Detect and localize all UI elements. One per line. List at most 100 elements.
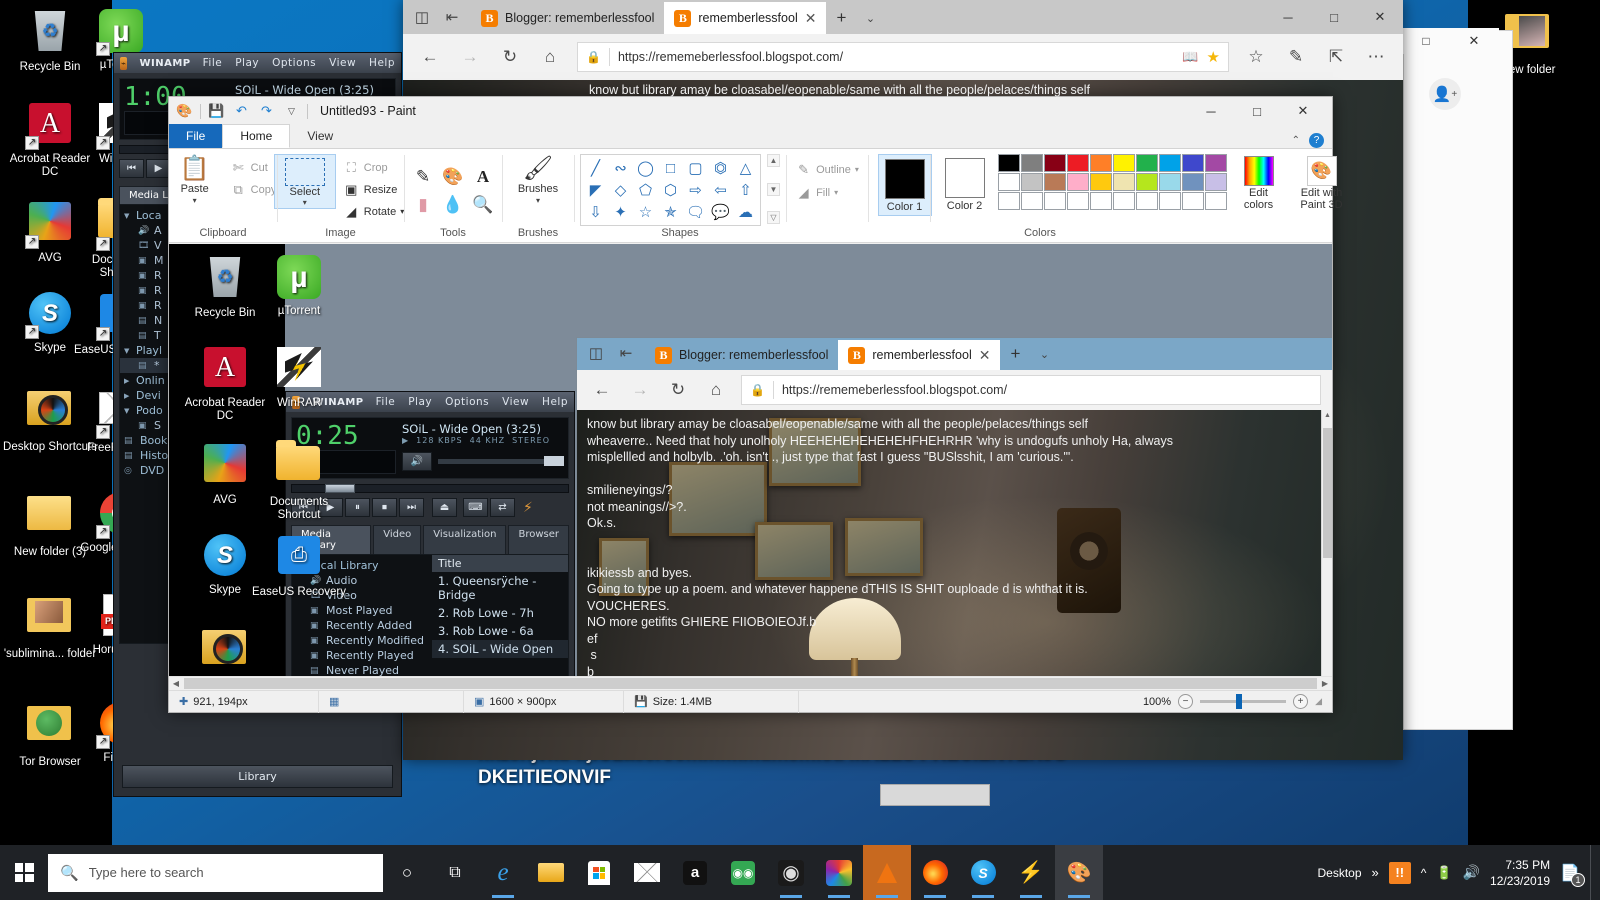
taskbar-microsoft-store-icon[interactable] [575,845,623,900]
taskbar-firefox-icon[interactable] [911,845,959,900]
list-item[interactable]: 1. Queensrÿche - Bridge [432,572,568,604]
battery-icon[interactable]: 🔋 [1436,865,1452,881]
volume-icon[interactable]: 🔊 [402,452,432,471]
tab-close-icon[interactable]: ✕ [979,347,991,364]
tab-preview-icon[interactable]: ◫ [407,2,437,32]
chevron-down-icon[interactable]: ▾ [834,188,838,197]
forward-button[interactable]: → [621,373,659,407]
list-item[interactable]: 4. SOiL - Wide Open [432,640,568,658]
color-picker-tool-icon[interactable]: 💧 [438,191,468,219]
paste-button[interactable]: 📋 Paste ▾ [167,154,223,206]
color-swatch-r2-c1[interactable] [997,173,1020,191]
winamp-eject-button[interactable]: ⏏ [432,498,457,517]
tree-node-most-played[interactable]: ▣ Most Played [292,603,432,618]
crop-button[interactable]: ⛶ Crop [340,158,407,177]
avg-tray-icon[interactable]: !! [1388,861,1411,884]
new-tab-button[interactable]: + [1000,338,1030,370]
winamp-next-button[interactable]: ⏭ [399,498,424,517]
show-desktop-button[interactable] [1590,845,1600,900]
cut-button[interactable]: ✄ Cut [227,158,280,177]
paint-quick-access-toolbar[interactable]: 🎨 💾 ↶ ↷ ▽ Untitled93 - Paint ─ □ ✕ [169,97,1332,125]
system-tray[interactable]: Desktop » !! ^ 🔋 🔊 7:35 PM 12/23/2019 📄 … [1317,857,1590,889]
set-aside-tabs-icon[interactable]: ⇤ [437,2,467,32]
paint-maximize-button[interactable]: □ [1234,95,1280,127]
scroll-left-icon[interactable]: ◀ [169,679,183,688]
tab-close-icon[interactable]: ✕ [805,10,817,27]
color-swatch-r1-c3[interactable] [1043,154,1066,172]
fill-button[interactable]: ◢ Fill ▾ [792,183,841,202]
minimize-button[interactable]: ─ [1265,0,1311,34]
resize-button[interactable]: ▣ Resize [340,180,407,199]
paint-hscroll-thumb[interactable] [184,678,1317,689]
edge-inner-page-content[interactable]: know but library amay be cloasabel/eopen… [577,410,1332,676]
shape-right-triangle-icon[interactable]: ◤ [583,179,608,201]
color-swatch-r1-c2[interactable] [1020,154,1043,172]
color-swatch-r1-c4[interactable] [1066,154,1089,172]
zoom-slider-thumb[interactable] [1236,694,1243,709]
set-aside-tabs-icon[interactable]: ⇤ [611,338,641,368]
address-bar[interactable]: 🔒 https://rememeberlessfool.blogspot.com… [577,42,1229,72]
color-swatch-r2-c2[interactable] [1020,173,1043,191]
winamp-menu-file[interactable]: File [376,396,396,408]
customize-qat-chevron-down-icon[interactable]: ▽ [282,102,301,121]
color-swatch-r2-c3[interactable] [1043,173,1066,191]
color-swatch-r1-c8[interactable] [1158,154,1181,172]
back-button[interactable]: ← [411,40,449,74]
home-button[interactable]: ⌂ [531,40,569,74]
winamp-library-button[interactable]: Library [122,765,393,788]
edit-colors-button[interactable]: Edit colors [1234,154,1284,211]
tree-node-never-played[interactable]: ▤ Never Played [292,663,432,676]
action-center-icon[interactable]: 📄 1 [1560,863,1585,887]
winamp-menu-play[interactable]: Play [408,396,432,408]
chevron-down-icon[interactable]: ▾ [303,198,307,207]
color-swatch-r1-c6[interactable] [1112,154,1135,172]
winamp-menu-options[interactable]: Options [445,396,489,408]
tab-file[interactable]: File [169,124,223,148]
color-swatch-r3-c4[interactable] [1066,192,1089,210]
color-swatch-r1-c10[interactable] [1204,154,1227,172]
shape-oval-callout-icon[interactable]: 💬 [708,201,733,223]
resize-grip-icon[interactable]: ◢ [1315,696,1322,707]
refresh-button[interactable]: ↻ [491,40,529,74]
chevron-down-icon[interactable]: ▾ [536,196,540,205]
shapes-scroll-down-icon[interactable]: ▼ [767,182,780,196]
color1-button[interactable]: Color 1 [877,154,932,216]
paint-ribbon-tabs[interactable]: File Home View ⌃ ? [169,124,1332,149]
help-icon[interactable]: ? [1309,133,1324,148]
color-palette[interactable] [997,154,1227,210]
color-swatch-r3-c1[interactable] [997,192,1020,210]
color-swatch-r2-c8[interactable] [1158,173,1181,191]
shape-hexagon-icon[interactable]: ⬡ [658,179,683,201]
shape-up-arrow-icon[interactable]: ⇧ [733,179,758,201]
shape-rectangle-icon[interactable]: □ [658,157,683,179]
edge-browser-window-inner[interactable]: ◫ ⇤ B Blogger: rememberlessfool B rememb… [576,337,1332,676]
taskbar-vlc-icon[interactable] [863,845,911,900]
shape-triangle-icon[interactable]: △ [733,157,758,179]
taskbar-cortana-icon[interactable]: ○ [383,845,431,900]
chevron-down-icon[interactable]: ▾ [193,196,197,205]
taskbar-task-view-icon[interactable]: ⧉ [431,845,479,900]
winamp-repeat-button[interactable]: ⇄ [490,498,515,517]
add-person-icon[interactable]: 👤 + [1429,78,1461,110]
shape-diamond-icon[interactable]: ◇ [608,179,633,201]
taskbar-edge-icon[interactable]: e [479,845,527,900]
undo-icon[interactable]: ↶ [232,102,251,121]
tab-menu-chevron-down-icon[interactable]: ⌄ [1030,338,1058,370]
color-swatch-r1-c1[interactable] [997,154,1020,172]
tab-visualization[interactable]: Visualization [423,525,507,554]
winamp-back-bottom[interactable]: Library [114,765,401,788]
color-swatch-r2-c9[interactable] [1181,173,1204,191]
shapes-scroll-controls[interactable]: ▲ ▼ ▽ [767,154,780,224]
list-column-header-title[interactable]: Title [432,555,568,572]
taskbar[interactable]: 🔍 Type here to search ○ ⧉ e a ◉◉ ◉ S ⚡ 🎨… [0,845,1600,900]
edge-inner-tab-strip[interactable]: ◫ ⇤ B Blogger: rememberlessfool B rememb… [577,338,1332,370]
paint-horizontal-scrollbar[interactable]: ◀ ▶ [169,676,1332,690]
text-tool-icon[interactable]: A [468,163,498,191]
shape-curve-icon[interactable]: ∾ [608,157,633,179]
outline-button[interactable]: ✎ Outline ▾ [792,160,862,179]
tab-rememberlessfool-inner[interactable]: B rememberlessfool ✕ [838,340,1001,370]
magnifier-tool-icon[interactable]: 🔍 [468,191,498,219]
tree-node-recently-played[interactable]: ▣ Recently Played [292,648,432,663]
shapes-gallery[interactable]: ╱ ∾ ◯ □ ▢ ⏣ △ ◤ ◇ ⬠ ⬡ ⇨ ⇦ ⇧ ⇩ ✦ ☆ ✯ 🗨 💬 … [580,154,761,226]
winamp-shuffle-button[interactable]: ⌨ [463,498,488,517]
